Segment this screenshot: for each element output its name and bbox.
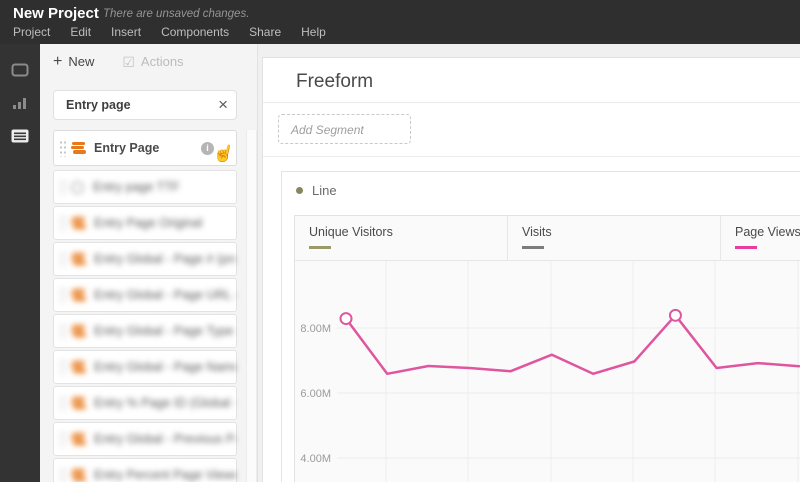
- list-item[interactable]: Entry Global - Page # (prop#): [53, 242, 237, 276]
- chart-legend: Unique Visitors Visits Page Views: [295, 216, 800, 261]
- new-component-button[interactable]: + New: [53, 52, 95, 70]
- list-item-label: Entry Global - Page Type (prop#): [94, 324, 236, 338]
- actions-button-label: Actions: [140, 54, 184, 69]
- legend-label: Unique Visitors: [309, 225, 393, 239]
- dimension-icon: [71, 432, 86, 446]
- list-item-label: Entry Global - Page URL (prop#): [94, 288, 236, 302]
- drag-handle-icon[interactable]: [58, 139, 66, 157]
- svg-text:8.00M: 8.00M: [300, 323, 331, 335]
- drag-handle-icon[interactable]: [58, 286, 66, 304]
- actions-button[interactable]: ☑ Actions: [122, 54, 183, 69]
- divider: [263, 102, 800, 103]
- legend-swatch-icon: [522, 246, 544, 249]
- components-panel: + New ☑ Actions × Entry Pagei☝ Entry page…: [40, 44, 258, 482]
- component-results-list: Entry Page i ☝ Entry page TTF Entry Page Ori…: [53, 130, 237, 482]
- svg-text:4.00M: 4.00M: [300, 453, 331, 465]
- add-segment-dropzone[interactable]: Add Segment: [278, 114, 411, 144]
- dimension-icon: [71, 252, 86, 266]
- new-button-label: New: [68, 54, 95, 69]
- chart-container: Unique Visitors Visits Page Views 8.00M 6.0…: [294, 215, 800, 482]
- list-item-label: Entry Page: [94, 141, 160, 155]
- list-item[interactable]: Entry Global - Page URL (prop#): [53, 278, 237, 312]
- drag-handle-icon[interactable]: [58, 466, 66, 482]
- dimension-icon: [71, 324, 86, 338]
- viz-title-label[interactable]: Line: [312, 183, 337, 198]
- visualizations-icon[interactable]: [11, 95, 29, 111]
- list-item-label: Entry % Page ID (Global - Prev...: [94, 396, 236, 410]
- app-window: New Project There are unsaved changes. P…: [0, 0, 800, 482]
- drag-handle-icon[interactable]: [58, 394, 66, 412]
- left-icon-rail: [0, 44, 40, 482]
- top-bar: New Project There are unsaved changes. P…: [0, 0, 800, 44]
- menu-item-insert[interactable]: Insert: [111, 25, 141, 39]
- list-item[interactable]: Entry Global - Page Name (pro...: [53, 350, 237, 384]
- list-item-label: Entry Page Original: [94, 216, 203, 230]
- divider: [263, 156, 800, 157]
- dimension-icon: [71, 468, 86, 482]
- actions-checkbox-icon: ☑: [122, 53, 135, 70]
- menu-item-share[interactable]: Share: [249, 25, 281, 39]
- list-item-label: Entry Global - Page Name (pro...: [94, 360, 236, 374]
- menu-item-components[interactable]: Components: [161, 25, 229, 39]
- drag-handle-icon[interactable]: [58, 322, 66, 340]
- panel-title: Freeform: [296, 71, 374, 92]
- list-item[interactable]: Entry Page Original: [53, 206, 237, 240]
- metric-icon: [71, 180, 84, 194]
- list-item-label: Entry Percent Page Viewed (d...: [94, 468, 236, 482]
- component-search: ×: [53, 90, 237, 120]
- line-chart-plot[interactable]: 8.00M 6.00M 4.00M: [295, 261, 800, 482]
- list-item[interactable]: Entry % Page ID (Global - Prev...: [53, 386, 237, 420]
- dimension-icon: [71, 216, 86, 230]
- legend-swatch-icon: [735, 246, 757, 249]
- add-segment-label: Add Segment: [291, 123, 364, 137]
- list-item[interactable]: Entry Global - Previous Page (p...: [53, 422, 237, 456]
- menu-item-help[interactable]: Help: [301, 25, 326, 39]
- panel-scrollbar[interactable]: [246, 130, 257, 482]
- clear-search-icon[interactable]: ×: [218, 95, 228, 115]
- viz-color-dot-icon: [296, 187, 303, 194]
- svg-text:6.00M: 6.00M: [300, 388, 331, 400]
- menu-bar: Project Edit Insert Components Share Help: [13, 25, 326, 39]
- dimension-icon: [71, 141, 86, 155]
- drag-handle-icon[interactable]: [58, 358, 66, 376]
- legend-swatch-icon: [309, 246, 331, 249]
- dimension-icon: [71, 396, 86, 410]
- freeform-panel: Freeform Add Segment Line Unique Visitor…: [262, 57, 800, 482]
- list-item[interactable]: Entry page TTF: [53, 170, 237, 204]
- list-item[interactable]: Entry Percent Page Viewed (d...: [53, 458, 237, 482]
- list-item[interactable]: Entry Global - Page Type (prop#): [53, 314, 237, 348]
- unsaved-changes-status: There are unsaved changes.: [103, 8, 250, 20]
- project-title: New Project: [13, 5, 99, 22]
- search-input[interactable]: [66, 91, 206, 119]
- menu-item-edit[interactable]: Edit: [70, 25, 91, 39]
- legend-label: Page Views: [735, 225, 800, 239]
- legend-column-unique-visitors[interactable]: Unique Visitors: [295, 216, 508, 260]
- list-item-label: Entry page TTF: [93, 180, 180, 194]
- list-item-label: Entry Global - Previous Page (p...: [94, 432, 236, 446]
- list-item-label: Entry Global - Page # (prop#): [94, 252, 236, 266]
- legend-column-visits[interactable]: Visits: [508, 216, 721, 260]
- drag-handle-icon[interactable]: [58, 178, 66, 196]
- line-visualization: Line Unique Visitors Visits Page Views 8.0…: [281, 171, 800, 482]
- components-icon[interactable]: [11, 128, 29, 144]
- list-item[interactable]: Entry Page i ☝: [53, 130, 237, 166]
- plus-icon: +: [53, 52, 63, 70]
- dimension-icon: [71, 288, 86, 302]
- drag-handle-icon[interactable]: [58, 250, 66, 268]
- menu-item-project[interactable]: Project: [13, 25, 50, 39]
- drag-handle-icon[interactable]: [58, 214, 66, 232]
- dimension-icon: [71, 360, 86, 374]
- drag-handle-icon[interactable]: [58, 430, 66, 448]
- panels-icon[interactable]: [11, 62, 29, 78]
- legend-column-page-views[interactable]: Page Views: [721, 216, 800, 260]
- legend-label: Visits: [522, 225, 552, 239]
